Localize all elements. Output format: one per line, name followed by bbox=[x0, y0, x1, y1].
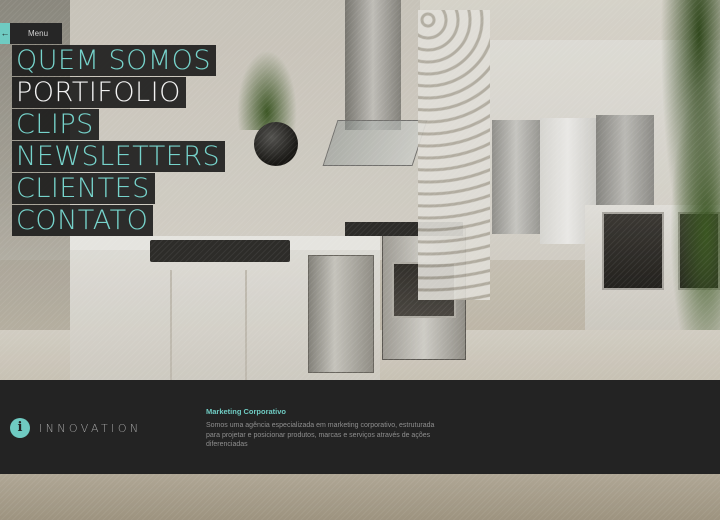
nav-item-newsletters[interactable]: NEWSLETTERS bbox=[12, 141, 226, 173]
section-description: Somos uma agência especializada em marke… bbox=[206, 422, 435, 448]
menu-label[interactable]: Menu bbox=[10, 23, 62, 44]
nav-item-label[interactable]: CLIPS bbox=[12, 109, 99, 140]
menu-toggle-button[interactable]: ← Menu bbox=[0, 23, 62, 44]
nav-item-label[interactable]: PORTIFOLIO bbox=[12, 77, 186, 108]
info-icon: i bbox=[10, 418, 30, 438]
nav-item-portifolio[interactable]: PORTIFOLIO bbox=[12, 77, 225, 109]
menu-back-icon[interactable]: ← bbox=[0, 23, 10, 44]
nav-item-clientes[interactable]: CLIENTES bbox=[12, 173, 225, 205]
main-nav: QUEM SOMOS PORTIFOLIO CLIPS NEWSLETTERS … bbox=[12, 45, 226, 237]
nav-item-label[interactable]: NEWSLETTERS bbox=[12, 141, 226, 172]
brand-name: INNOVATION bbox=[39, 421, 142, 435]
info-band: i INNOVATION Marketing Corporativo Somos… bbox=[0, 380, 720, 474]
nav-item-contato[interactable]: CONTATO bbox=[12, 205, 225, 237]
brand-logo[interactable]: i INNOVATION bbox=[10, 418, 142, 438]
nav-item-label[interactable]: CLIENTES bbox=[12, 173, 155, 204]
section-title: Marketing Corporativo bbox=[206, 407, 287, 416]
nav-item-label[interactable]: QUEM SOMOS bbox=[12, 45, 217, 76]
nav-item-clips[interactable]: CLIPS bbox=[12, 109, 225, 141]
nav-item-quem-somos[interactable]: QUEM SOMOS bbox=[12, 45, 225, 77]
nav-item-label[interactable]: CONTATO bbox=[12, 205, 154, 236]
